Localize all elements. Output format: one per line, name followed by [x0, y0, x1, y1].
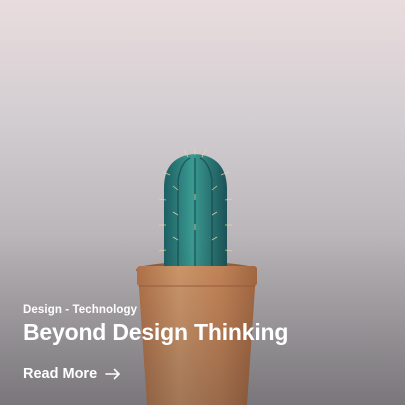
read-more-link[interactable]: Read More: [23, 366, 121, 382]
post-category[interactable]: Design - Technology: [23, 304, 137, 316]
arrow-right-icon: [105, 368, 121, 380]
post-title[interactable]: Beyond Design Thinking: [23, 319, 288, 346]
read-more-label: Read More: [23, 366, 98, 382]
post-card[interactable]: Design - Technology Beyond Design Thinki…: [0, 0, 405, 405]
